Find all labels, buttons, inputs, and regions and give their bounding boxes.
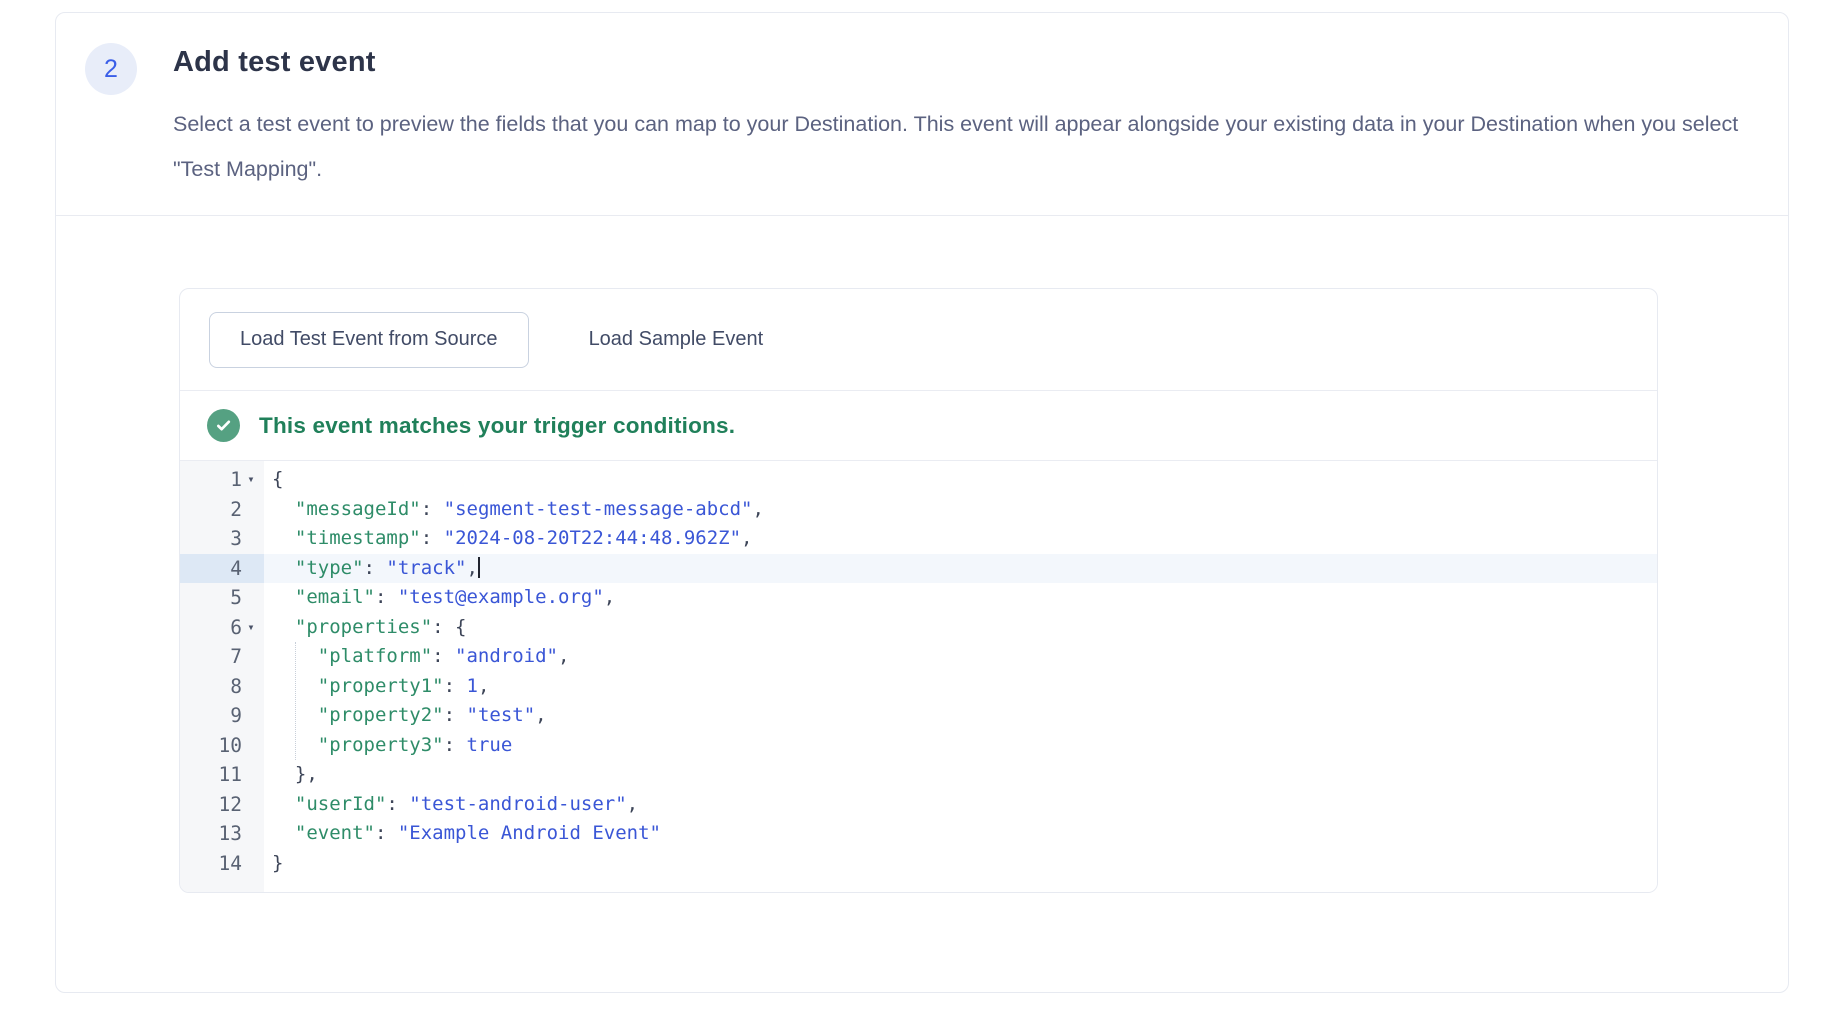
- trigger-status-row: This event matches your trigger conditio…: [180, 391, 1657, 461]
- test-event-panel: Load Test Event from Source Load Sample …: [179, 288, 1658, 893]
- code-line[interactable]: "timestamp": "2024-08-20T22:44:48.962Z",: [272, 524, 1657, 554]
- gutter-row: 4: [180, 554, 264, 584]
- code-line[interactable]: "properties": {: [272, 613, 1657, 643]
- gutter-row: 8: [180, 672, 264, 702]
- gutter-row: 11: [180, 760, 264, 790]
- gutter-row: 9: [180, 701, 264, 731]
- line-number: 9: [230, 704, 242, 727]
- gutter-row: 2: [180, 495, 264, 525]
- line-number: 4: [230, 557, 242, 580]
- line-number: 3: [230, 527, 242, 550]
- code-line[interactable]: "email": "test@example.org",: [272, 583, 1657, 613]
- line-number: 10: [219, 734, 242, 757]
- line-number: 12: [219, 793, 242, 816]
- line-number: 14: [219, 852, 242, 875]
- line-number: 2: [230, 498, 242, 521]
- json-code-editor[interactable]: 1▾23456▾7891011121314 { "messageId": "se…: [180, 461, 1657, 892]
- gutter-row: 10: [180, 731, 264, 761]
- code-line[interactable]: }: [272, 849, 1657, 879]
- editor-gutter: 1▾23456▾7891011121314: [180, 461, 264, 892]
- gutter-row: 5: [180, 583, 264, 613]
- code-line[interactable]: "property2": "test",: [272, 701, 1657, 731]
- load-sample-event-button[interactable]: Load Sample Event: [589, 328, 764, 351]
- status-message: This event matches your trigger conditio…: [259, 413, 735, 439]
- code-line[interactable]: "messageId": "segment-test-message-abcd"…: [272, 495, 1657, 525]
- gutter-row: 13: [180, 819, 264, 849]
- gutter-row: 7: [180, 642, 264, 672]
- code-line[interactable]: "property1": 1,: [272, 672, 1657, 702]
- page-title: Add test event: [173, 46, 1788, 79]
- line-number: 5: [230, 586, 242, 609]
- line-number: 6: [230, 616, 242, 639]
- editor-code-area[interactable]: { "messageId": "segment-test-message-abc…: [264, 461, 1657, 892]
- code-line[interactable]: "type": "track",: [264, 554, 1657, 584]
- event-toolbar: Load Test Event from Source Load Sample …: [180, 289, 1657, 391]
- gutter-row: 14: [180, 849, 264, 879]
- code-line[interactable]: {: [272, 465, 1657, 495]
- line-number: 8: [230, 675, 242, 698]
- step-number-badge: 2: [85, 43, 137, 95]
- load-test-event-button[interactable]: Load Test Event from Source: [209, 312, 529, 368]
- page-description: Select a test event to preview the field…: [173, 102, 1763, 192]
- code-line[interactable]: "event": "Example Android Event": [272, 819, 1657, 849]
- line-number: 13: [219, 822, 242, 845]
- step-header: 2 Add test event Select a test event to …: [56, 13, 1788, 216]
- gutter-row: 12: [180, 790, 264, 820]
- code-line[interactable]: "platform": "android",: [272, 642, 1657, 672]
- text-cursor: [478, 557, 480, 578]
- line-number: 7: [230, 645, 242, 668]
- fold-caret-icon[interactable]: ▾: [242, 613, 260, 643]
- gutter-row: 3: [180, 524, 264, 554]
- gutter-row: 6▾: [180, 613, 264, 643]
- step-header-content: Add test event Select a test event to pr…: [173, 13, 1788, 192]
- check-circle-icon: [207, 409, 240, 442]
- gutter-row: 1▾: [180, 465, 264, 495]
- line-number: 11: [219, 763, 242, 786]
- code-line[interactable]: "userId": "test-android-user",: [272, 790, 1657, 820]
- code-line[interactable]: },: [272, 760, 1657, 790]
- fold-caret-icon[interactable]: ▾: [242, 465, 260, 495]
- code-line[interactable]: "property3": true: [272, 731, 1657, 761]
- line-number: 1: [230, 468, 242, 491]
- step-number: 2: [104, 55, 118, 84]
- step-card: 2 Add test event Select a test event to …: [55, 12, 1789, 993]
